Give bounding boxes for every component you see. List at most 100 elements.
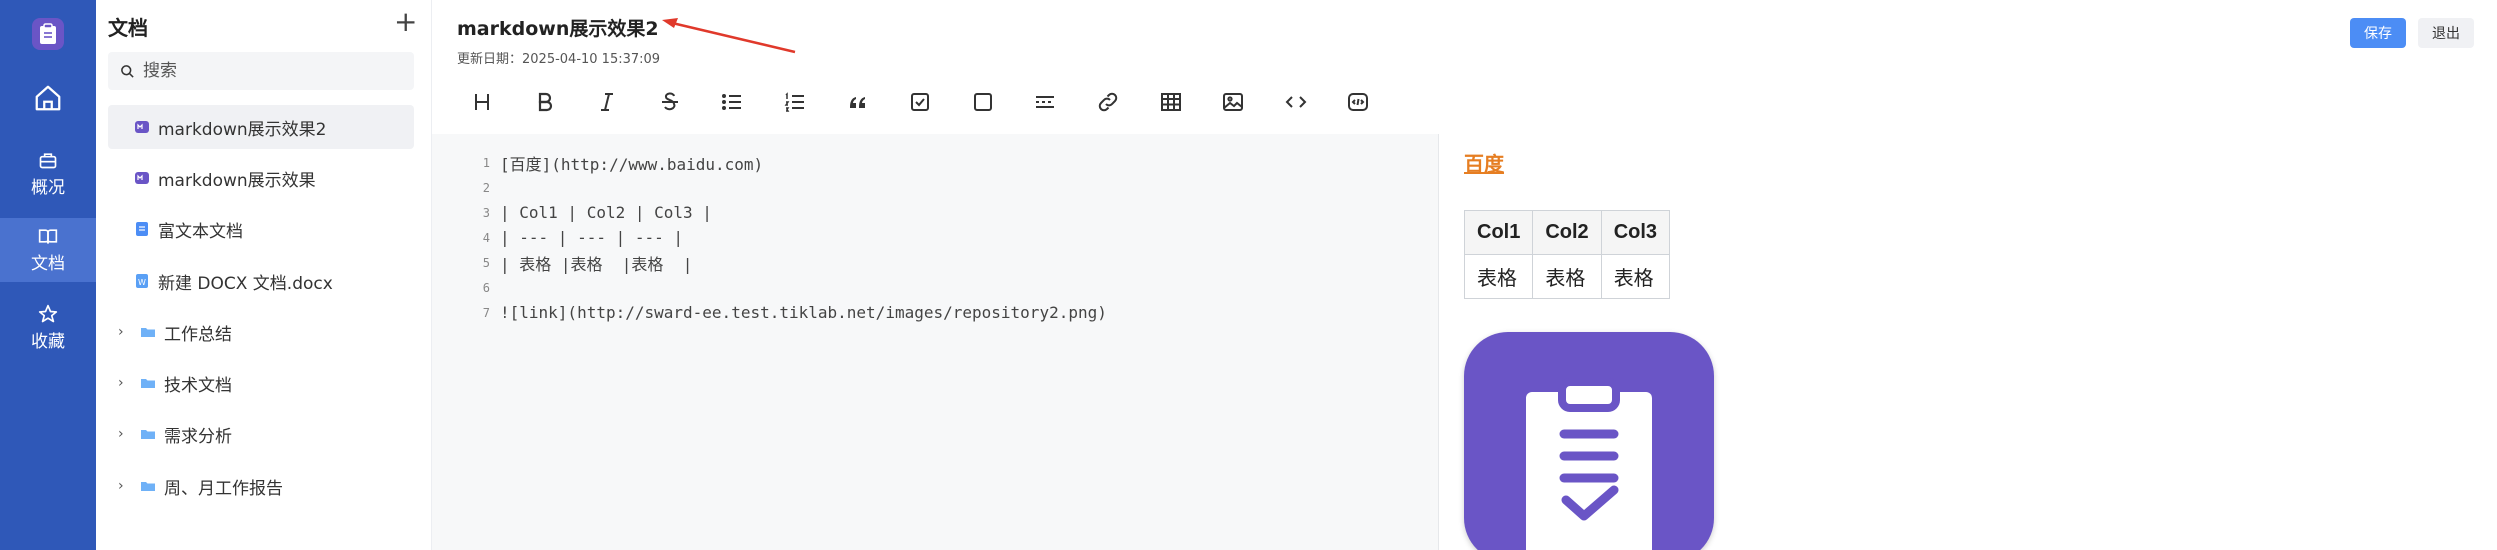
line-content[interactable]: [百度](http://www.baidu.com) [500,151,763,175]
line-content[interactable]: | 表格 |表格 |表格 | [500,251,692,275]
rail-item-home[interactable] [0,78,96,118]
editor-line[interactable]: 5 | 表格 |表格 |表格 | [432,250,693,275]
link-icon[interactable] [1088,82,1128,122]
rail-item-label: 文档 [31,254,65,274]
code-icon[interactable] [1276,82,1316,122]
tree-item-label: 技术文档 [164,375,232,396]
chevron-right-icon[interactable]: › [118,324,134,340]
clipboard-check-icon [1526,378,1652,550]
tree-folder-reports[interactable]: › 周、月工作报告 [108,464,414,508]
checked-box-icon[interactable] [900,82,940,122]
chevron-right-icon[interactable]: › [118,478,134,494]
table-header-cell: Col1 [1463,210,1534,255]
preview-link[interactable]: 百度 [1464,148,1504,177]
markdown-preview: 百度 Col1 Col2 Col3 表格 表格 表格 [1440,134,2497,550]
bold-icon[interactable] [525,82,565,122]
editor-line[interactable]: 3 | Col1 | Col2 | Col3 | [432,200,712,225]
table-cell: 表格 [1463,254,1534,299]
tree-item-label: 新建 DOCX 文档.docx [158,273,333,294]
numbered-list-icon[interactable] [775,82,815,122]
line-content[interactable]: ![link](http://sward-ee.test.tiklab.net/… [500,303,1107,322]
rail-item-favorites[interactable]: 收藏 [0,296,96,360]
divider-icon[interactable] [1025,82,1065,122]
tree-item-richtext[interactable]: 富文本文档 [108,207,414,251]
table-header-row: Col1 Col2 Col3 [1463,210,1671,255]
editor-line[interactable]: 2 [432,175,500,200]
app-logo[interactable] [32,18,64,50]
line-number: 5 [482,255,490,270]
table-cell: 表格 [1600,254,1671,299]
heading-icon[interactable] [462,82,502,122]
editor-line[interactable]: 1 [百度](http://www.baidu.com) [432,150,763,175]
app-rail: 概况 文档 收藏 [0,0,96,550]
line-content[interactable]: | Col1 | Col2 | Col3 | [500,203,712,222]
tree-title: 文档 [108,16,148,40]
line-number: 1 [482,155,490,170]
tree-item-docx[interactable]: W 新建 DOCX 文档.docx [108,259,414,303]
tree-item-markdown-2[interactable]: markdown展示效果2 [108,105,414,149]
chevron-right-icon[interactable]: › [118,426,134,442]
save-button[interactable]: 保存 [2350,18,2406,48]
home-icon [35,85,61,111]
chevron-right-icon[interactable]: › [118,375,134,391]
folder-icon [141,482,155,491]
line-number: 2 [482,180,490,195]
line-content[interactable]: | --- | --- | --- | [500,228,683,247]
unchecked-box-icon[interactable] [963,82,1003,122]
doc-title: markdown展示效果2 [457,18,659,40]
tree-item-label: 需求分析 [164,426,232,447]
star-icon [38,304,58,323]
rail-item-label: 概况 [31,178,65,198]
quote-icon[interactable] [838,82,878,122]
docx-file-icon: W [136,274,148,288]
rail-item-label: 收藏 [31,332,65,352]
editor-line[interactable]: 7 ![link](http://sward-ee.test.tiklab.net… [432,300,1107,325]
doc-tree-panel: 文档 + markdown展示效果2 markdown展示效果 富文本文档 W … [96,0,432,550]
italic-icon[interactable] [587,82,627,122]
open-book-icon [38,229,58,244]
tree-item-label: 周、月工作报告 [164,478,283,499]
search-box[interactable] [108,52,414,90]
markdown-doc-icon [135,172,149,184]
tree-folder-tech-docs[interactable]: › 技术文档 [108,361,414,405]
briefcase-icon [39,153,57,169]
tree-item-label: markdown展示效果 [158,170,316,191]
table-header-cell: Col2 [1532,210,1602,255]
folder-icon [141,328,155,337]
rail-item-overview[interactable]: 概况 [0,142,96,206]
editor-line[interactable]: 6 [432,275,500,300]
search-icon [121,64,134,78]
exit-button[interactable]: 退出 [2418,18,2474,48]
line-number: 7 [482,305,490,320]
table-icon[interactable] [1151,82,1191,122]
preview-table: Col1 Col2 Col3 表格 表格 表格 [1463,210,1671,299]
tree-item-label: markdown展示效果2 [158,119,327,140]
line-number: 3 [482,205,490,220]
tree-folder-requirements[interactable]: › 需求分析 [108,412,414,456]
plus-icon[interactable]: + [394,8,417,36]
tree-item-label: 工作总结 [164,324,232,345]
tree-folder-work-summary[interactable]: › 工作总结 [108,310,414,354]
svg-text:W: W [138,278,146,287]
tree-item-label: 富文本文档 [158,221,243,242]
table-cell: 表格 [1532,254,1602,299]
tree-item-markdown[interactable]: markdown展示效果 [108,156,414,200]
code-block-icon[interactable] [1338,82,1378,122]
red-arrow-annotation [662,18,796,54]
strikethrough-icon[interactable] [650,82,690,122]
bullet-list-icon[interactable] [712,82,752,122]
editor-line[interactable]: 4 | --- | --- | --- | [432,225,683,250]
folder-icon [141,379,155,388]
table-row: 表格 表格 表格 [1463,254,1671,299]
table-header-cell: Col3 [1600,210,1671,255]
image-icon[interactable] [1213,82,1253,122]
line-number: 4 [482,230,490,245]
preview-image [1464,332,1714,550]
editor-toolbar [462,82,1401,122]
markdown-editor[interactable]: 1 [百度](http://www.baidu.com) 2 3 | Col1 | … [432,134,1439,550]
markdown-doc-icon [135,121,149,133]
rail-item-docs[interactable]: 文档 [0,218,96,282]
doc-updated-date: 更新日期：2025-04-10 15:37:09 [457,52,661,67]
search-input[interactable] [143,61,393,81]
clipboard-logo-icon [40,23,56,44]
